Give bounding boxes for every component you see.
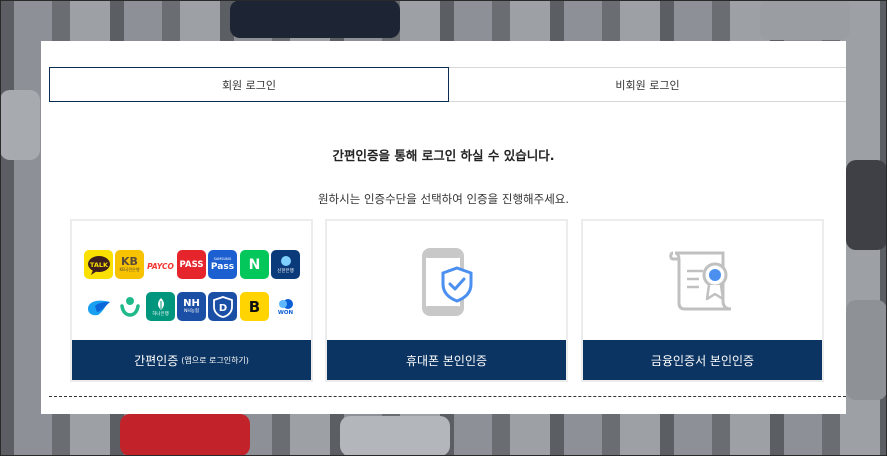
phone-auth-card[interactable]: 휴대폰 본인인증 — [325, 219, 568, 382]
samsung-pass-text: Pass — [210, 262, 235, 272]
samsung-pass-logo: SAMSUNG Pass — [208, 250, 237, 279]
certificate-icon — [669, 249, 739, 317]
kb-logo-text: KB — [121, 255, 138, 268]
certificate-auth-button[interactable]: 금융인증서 본인인증 — [583, 340, 822, 380]
simple-auth-button[interactable]: 간편인증 (앱으로 로그인하기) — [72, 340, 311, 380]
tab-member-login[interactable]: 회원 로그인 — [49, 67, 449, 102]
pass-logo-text: PASS — [179, 259, 204, 270]
hana-bank-logo: 하나은행 — [146, 292, 175, 321]
naver-logo: N — [240, 250, 269, 279]
naver-logo-text: N — [248, 256, 261, 273]
background-car — [340, 416, 450, 456]
simple-auth-card[interactable]: TALK KB KB국민은행 PAYCO PASS SAMSUNG Pass N… — [70, 219, 313, 382]
payco-logo-text: PAYCO — [147, 261, 174, 271]
phone-auth-button[interactable]: 휴대폰 본인인증 — [327, 340, 566, 380]
toss-cert-logo — [115, 292, 144, 321]
digital-id-logo: D — [208, 292, 237, 321]
nh-logo-subtext: NH농협 — [183, 309, 200, 314]
phone-auth-label: 휴대폰 본인인증 — [405, 353, 488, 368]
toss-logo — [84, 292, 113, 321]
background-car — [230, 0, 400, 38]
banksalad-b-icon: B — [248, 297, 261, 316]
hana-bank-text: 하나은행 — [152, 311, 169, 317]
background-car — [846, 160, 887, 250]
login-tabs: 회원 로그인 비회원 로그인 — [49, 67, 846, 102]
simple-auth-note: (앱으로 로그인하기) — [181, 355, 249, 365]
won-logo-text: WON — [277, 309, 294, 316]
background-car — [0, 90, 40, 160]
phone-shield-icon — [421, 248, 477, 322]
shinhan-emblem-icon — [280, 255, 291, 266]
page-instruction: 원하시는 인증수단을 선택하여 인증을 진행해주세요. — [317, 192, 570, 206]
background-car — [760, 0, 850, 40]
simple-auth-label: 간편인증 — [134, 353, 179, 368]
kb-logo: KB KB국민은행 — [115, 250, 144, 279]
woori-won-logo: WON — [271, 292, 300, 321]
shinhan-logo-text: 신한은행 — [277, 268, 294, 274]
page-headline: 간편인증을 통해 로그인 하실 수 있습니다. — [332, 148, 555, 163]
dashed-divider — [49, 396, 846, 397]
kakao-logo: TALK — [84, 250, 113, 279]
background-car — [846, 300, 887, 400]
tab-guest-login[interactable]: 비회원 로그인 — [449, 67, 846, 102]
kakao-logo-text: TALK — [89, 261, 108, 269]
pass-logo: PASS — [177, 250, 206, 279]
svg-text:D: D — [218, 303, 226, 314]
certificate-auth-label: 금융인증서 본인인증 — [650, 353, 755, 368]
nh-logo: NH NH농협 — [177, 292, 206, 321]
background-car — [120, 414, 250, 456]
kb-logo-subtext: KB국민은행 — [119, 267, 140, 272]
shinhan-logo: 신한은행 — [271, 250, 300, 279]
login-panel: 회원 로그인 비회원 로그인 간편인증을 통해 로그인 하실 수 있습니다. 원… — [41, 41, 846, 414]
banksalad-logo: B — [240, 292, 269, 321]
certificate-auth-card[interactable]: 금융인증서 본인인증 — [581, 219, 824, 382]
nh-logo-text: NH — [183, 298, 200, 309]
payco-logo: PAYCO — [146, 256, 175, 276]
